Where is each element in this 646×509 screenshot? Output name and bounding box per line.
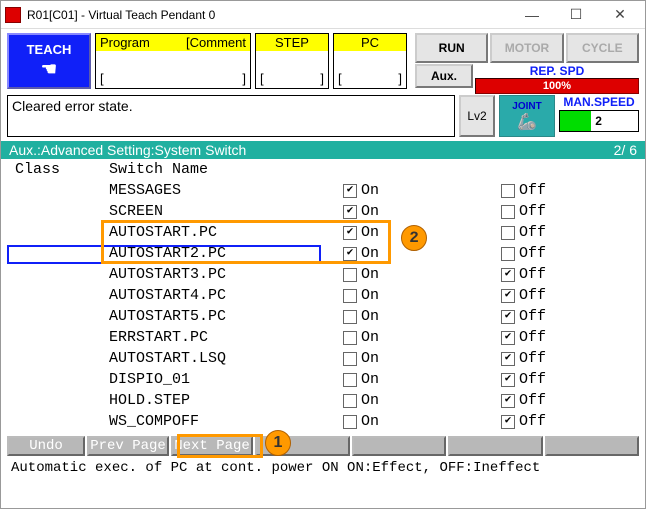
table-row[interactable]: AUTOSTART.PC✔OnOff xyxy=(15,222,645,243)
man-speed: MAN.SPEED 2 xyxy=(559,95,639,137)
table-row[interactable]: SCREEN✔OnOff xyxy=(15,201,645,222)
table-row[interactable]: ERRSTART.PCOn✔Off xyxy=(15,327,645,348)
rep-spd: REP. SPD 100% xyxy=(475,64,639,88)
prev-page-button[interactable]: Prev Page xyxy=(87,436,169,456)
teach-label: TEACH xyxy=(27,42,72,57)
step-hdr: STEP xyxy=(275,35,309,50)
switch-name: AUTOSTART.PC xyxy=(109,224,343,241)
off-checkbox[interactable]: ✔ xyxy=(501,331,515,345)
teach-button[interactable]: TEACH ☚ xyxy=(7,33,91,89)
pc-box[interactable]: PC [] xyxy=(333,33,407,89)
annotation-1: 1 xyxy=(265,430,291,456)
step-box[interactable]: STEP [] xyxy=(255,33,329,89)
pc-hdr: PC xyxy=(361,35,379,50)
switch-name: AUTOSTART4.PC xyxy=(109,287,343,304)
rep-spd-bar: 100% xyxy=(475,78,639,94)
close-button[interactable]: ✕ xyxy=(599,3,641,27)
switch-name: AUTOSTART3.PC xyxy=(109,266,343,283)
robot-arm-icon: 🦾 xyxy=(517,112,537,132)
undo-button[interactable]: Undo xyxy=(7,436,85,456)
table-row[interactable]: AUTOSTART4.PCOn✔Off xyxy=(15,285,645,306)
off-checkbox[interactable] xyxy=(501,184,515,198)
program-hdr: Program xyxy=(100,35,150,50)
table-row[interactable]: WS_COMPOFFOn✔Off xyxy=(15,411,645,432)
annotation-2: 2 xyxy=(401,225,427,251)
on-checkbox[interactable] xyxy=(343,268,357,282)
switch-name: WS_COMPOFF xyxy=(109,413,343,430)
aux-button[interactable]: Aux. xyxy=(415,64,473,88)
cycle-button[interactable]: CYCLE xyxy=(566,33,639,63)
switch-name: HOLD.STEP xyxy=(109,392,343,409)
on-checkbox[interactable] xyxy=(343,352,357,366)
run-button[interactable]: RUN xyxy=(415,33,488,63)
comment-hdr: [Comment xyxy=(186,35,246,50)
on-checkbox[interactable] xyxy=(343,373,357,387)
titlebar: R01[C01] - Virtual Teach Pendant 0 — ☐ ✕ xyxy=(1,1,645,29)
joint-box[interactable]: JOINT 🦾 xyxy=(499,95,555,137)
off-checkbox[interactable]: ✔ xyxy=(501,268,515,282)
off-checkbox[interactable] xyxy=(501,226,515,240)
aux-header: Aux.:Advanced Setting:System Switch 2/ 6 xyxy=(1,141,645,159)
aux-title: Aux.:Advanced Setting:System Switch xyxy=(9,142,246,158)
on-checkbox[interactable] xyxy=(343,310,357,324)
window-title: R01[C01] - Virtual Teach Pendant 0 xyxy=(27,8,511,22)
switch-name: DISPIO_01 xyxy=(109,371,343,388)
next-page-button[interactable]: Next Page xyxy=(171,436,253,456)
off-checkbox[interactable] xyxy=(501,247,515,261)
lv2-button[interactable]: Lv2 xyxy=(459,95,495,137)
blank-button-3[interactable] xyxy=(448,436,543,456)
table-row[interactable]: AUTOSTART3.PCOn✔Off xyxy=(15,264,645,285)
on-checkbox[interactable] xyxy=(343,289,357,303)
off-checkbox[interactable]: ✔ xyxy=(501,289,515,303)
off-checkbox[interactable]: ✔ xyxy=(501,310,515,324)
program-box[interactable]: Program[Comment [] xyxy=(95,33,251,89)
off-checkbox[interactable]: ✔ xyxy=(501,394,515,408)
motor-button[interactable]: MOTOR xyxy=(490,33,563,63)
status-line: Automatic exec. of PC at cont. power ON … xyxy=(1,458,645,478)
on-checkbox[interactable] xyxy=(343,331,357,345)
aux-pager: 2/ 6 xyxy=(614,142,637,158)
table-row[interactable]: MESSAGES✔OnOff xyxy=(15,180,645,201)
col-class: Class xyxy=(15,161,109,178)
on-checkbox[interactable]: ✔ xyxy=(343,184,357,198)
hand-icon: ☚ xyxy=(41,59,57,80)
on-checkbox[interactable] xyxy=(343,415,357,429)
switch-name: AUTOSTART5.PC xyxy=(109,308,343,325)
col-switchname: Switch Name xyxy=(109,161,645,178)
man-speed-bar[interactable]: 2 xyxy=(559,110,639,132)
off-checkbox[interactable]: ✔ xyxy=(501,373,515,387)
switch-name: MESSAGES xyxy=(109,182,343,199)
maximize-button[interactable]: ☐ xyxy=(555,3,597,27)
off-checkbox[interactable] xyxy=(501,205,515,219)
off-checkbox[interactable]: ✔ xyxy=(501,352,515,366)
switch-name: AUTOSTART.LSQ xyxy=(109,350,343,367)
blank-button-4[interactable] xyxy=(545,436,640,456)
on-checkbox[interactable] xyxy=(343,394,357,408)
table-row[interactable]: AUTOSTART2.PC✔OnOff xyxy=(15,243,645,264)
table-row[interactable]: DISPIO_01On✔Off xyxy=(15,369,645,390)
off-checkbox[interactable]: ✔ xyxy=(501,415,515,429)
on-checkbox[interactable]: ✔ xyxy=(343,247,357,261)
minimize-button[interactable]: — xyxy=(511,3,553,27)
table-row[interactable]: HOLD.STEPOn✔Off xyxy=(15,390,645,411)
switch-name: ERRSTART.PC xyxy=(109,329,343,346)
table-row[interactable]: AUTOSTART5.PCOn✔Off xyxy=(15,306,645,327)
blank-button-2[interactable] xyxy=(352,436,447,456)
message-box: Cleared error state. xyxy=(7,95,455,137)
on-checkbox[interactable]: ✔ xyxy=(343,226,357,240)
switch-name: AUTOSTART2.PC xyxy=(109,245,343,262)
table-row[interactable]: AUTOSTART.LSQOn✔Off xyxy=(15,348,645,369)
switch-name: SCREEN xyxy=(109,203,343,220)
on-checkbox[interactable]: ✔ xyxy=(343,205,357,219)
app-icon xyxy=(5,7,21,23)
switch-list: Class Switch Name MESSAGES✔OnOffSCREEN✔O… xyxy=(1,159,645,434)
